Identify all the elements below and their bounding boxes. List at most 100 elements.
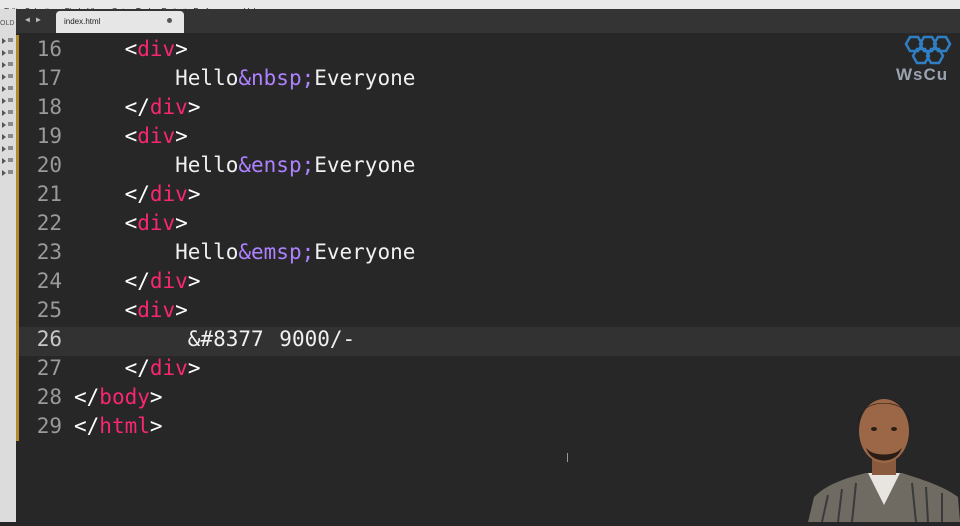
tree-item[interactable]: [2, 109, 13, 116]
code-line[interactable]: <div>: [74, 122, 188, 151]
logo-text: WsCu: [896, 65, 949, 84]
code-token: <: [124, 37, 138, 61]
code-line[interactable]: </div>: [74, 180, 201, 209]
line-number: 26: [36, 327, 62, 351]
code-token: Hello: [74, 153, 239, 177]
line-number: 18: [36, 95, 62, 119]
mouse-cursor-icon: [567, 453, 570, 462]
gutter-marker: [16, 209, 19, 238]
line-number: 20: [36, 153, 62, 177]
tree-item[interactable]: [2, 85, 13, 92]
code-token: Everyone: [314, 66, 416, 90]
line-number: 27: [36, 356, 62, 380]
line-number: 16: [36, 37, 62, 61]
gutter-marker: [16, 180, 19, 209]
tree-item[interactable]: [2, 49, 13, 56]
code-line[interactable]: </div>: [74, 93, 201, 122]
code-line[interactable]: <div>: [74, 209, 188, 238]
code-token: div: [149, 182, 188, 206]
tree-item[interactable]: [2, 121, 13, 128]
line-number: 25: [36, 298, 62, 322]
tree-item[interactable]: [2, 73, 13, 80]
gutter-marker: [16, 325, 19, 354]
code-line[interactable]: Hello&ensp;Everyone: [74, 151, 415, 180]
code-token: </: [124, 356, 150, 380]
code-token: >: [187, 182, 201, 206]
code-token: div: [137, 37, 176, 61]
code-token: div: [149, 269, 188, 293]
tab-prev-icon[interactable]: ◀: [25, 15, 30, 24]
gutter-marker: [16, 412, 19, 441]
code-token: div: [137, 124, 176, 148]
code-line[interactable]: </div>: [74, 354, 201, 383]
line-number: 17: [36, 66, 62, 90]
code-token: </: [124, 269, 150, 293]
tree-item[interactable]: [2, 133, 13, 140]
code-token: </: [74, 385, 100, 409]
presenter-silhouette: [808, 399, 960, 523]
line-number: 28: [36, 385, 62, 409]
tree-item[interactable]: [2, 145, 13, 152]
code-token: div: [149, 95, 188, 119]
tab-label: index.html: [64, 17, 101, 26]
code-token: &ensp;: [238, 153, 315, 177]
code-token: </: [74, 414, 100, 438]
tree-item[interactable]: [2, 97, 13, 104]
code-line[interactable]: </div>: [74, 267, 201, 296]
code-token: >: [175, 211, 188, 235]
code-token: div: [149, 356, 188, 380]
code-line[interactable]: Hello&nbsp;Everyone: [74, 64, 415, 93]
gutter-marker: [16, 238, 19, 267]
line-number: 21: [36, 182, 62, 206]
tree-item[interactable]: [2, 169, 13, 176]
tree-item[interactable]: [2, 61, 13, 68]
line-number: 23: [36, 240, 62, 264]
gutter-marker: [16, 122, 19, 151]
code-line[interactable]: </body>: [74, 383, 163, 412]
code-token: >: [187, 269, 201, 293]
code-token: >: [187, 356, 201, 380]
code-line[interactable]: Hello&emsp;Everyone: [74, 238, 415, 267]
gutter-marker: [16, 35, 19, 64]
tab-bar: ◀ ▶ index.html: [16, 9, 960, 33]
code-line[interactable]: <div>: [74, 296, 188, 325]
gutter-marker: [16, 151, 19, 180]
code-line[interactable]: &#8377 9000/-: [74, 325, 355, 354]
code-token: </: [124, 95, 150, 119]
code-token: body: [99, 385, 150, 409]
tab-next-icon[interactable]: ▶: [36, 15, 41, 24]
line-number: 24: [36, 269, 62, 293]
tab-index-html[interactable]: index.html: [56, 11, 184, 33]
code-token: >: [175, 298, 188, 322]
code-token: html: [99, 414, 150, 438]
wscube-logo: WsCu: [896, 33, 960, 88]
sidebar: OLD: [0, 9, 16, 522]
menu-bar: EditSelectionFindViewGotoToolsProjectPre…: [0, 0, 960, 9]
line-number-gutter: 16 17 18 19 20 21 22 23 24 25 26 27 28 29: [16, 33, 62, 522]
line-number: 29: [36, 414, 62, 438]
gutter-marker: [16, 64, 19, 93]
tree-item[interactable]: [2, 157, 13, 164]
code-token: </: [124, 182, 150, 206]
code-token: >: [149, 414, 163, 438]
gutter-marker: [16, 267, 19, 296]
code-token: <: [124, 124, 138, 148]
code-line[interactable]: </html>: [74, 412, 163, 441]
unsaved-dot-icon[interactable]: [167, 18, 172, 23]
presenter-webcam: [808, 385, 960, 523]
code-token: &emsp;: [238, 240, 315, 264]
code-token: >: [175, 124, 188, 148]
gutter-marker: [16, 383, 19, 412]
code-line[interactable]: <div>: [74, 35, 188, 64]
code-token: Everyone: [314, 240, 416, 264]
code-token: 9000/-: [266, 327, 356, 351]
line-number: 22: [36, 211, 62, 235]
gutter-marker: [16, 93, 19, 122]
folders-label: OLD: [0, 20, 15, 27]
tree-item[interactable]: [2, 37, 13, 44]
